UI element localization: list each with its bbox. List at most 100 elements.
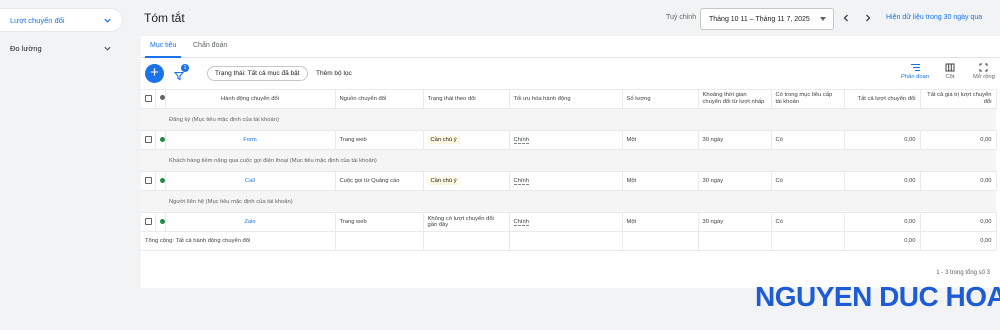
row-checkbox[interactable]	[145, 177, 152, 185]
source-cell: Cuộc gọi từ Quảng cáo	[335, 171, 424, 191]
header-count[interactable]: Số lượng	[622, 89, 699, 109]
header-click-through-window[interactable]: Khoảng thời gian chuyển đổi từ lượt nhấp	[698, 89, 772, 109]
group-row: Khách hàng tiềm năng qua cuộc gọi điện t…	[141, 149, 996, 172]
status-filter-chip[interactable]: Trạng thái: Tất cả mục đã bật	[207, 66, 308, 81]
select-all-cell[interactable]	[141, 89, 156, 109]
optimization-value[interactable]: Chính	[513, 178, 529, 185]
all-value-cell: 0,00	[920, 212, 997, 232]
status-header	[155, 89, 166, 109]
table-row[interactable]: Zalo Trang web Không có lượt chuyển đổi …	[141, 212, 997, 232]
columns-icon	[945, 63, 955, 72]
add-conversion-button[interactable]: +	[145, 64, 164, 83]
tab-goals[interactable]: Mục tiêu	[150, 42, 176, 49]
optimization-value[interactable]: Chính	[513, 137, 529, 144]
total-all-conversions: 0,00	[844, 231, 921, 251]
source-cell: Trang web	[335, 130, 424, 150]
group-label: Khách hàng tiềm năng qua cuộc gọi điện t…	[165, 149, 996, 172]
segment-label: Phân đoạn	[901, 74, 930, 80]
segment-button[interactable]: Phân đoạn	[901, 63, 929, 80]
all-conversions-cell: 0,00	[844, 212, 921, 232]
account-goal-cell: Có	[771, 171, 845, 191]
conversion-action-link[interactable]: Zalo	[244, 219, 255, 225]
caret-down-icon	[820, 17, 826, 21]
previous-period-button[interactable]	[840, 12, 852, 24]
total-all-value: 0,00	[920, 231, 997, 251]
nav-item-measurement[interactable]: Đo lường	[0, 37, 122, 59]
date-preset-label: Tuỳ chỉnh	[666, 14, 697, 21]
all-value-cell: 0,00	[920, 130, 997, 150]
add-filter-button[interactable]: Thêm bộ lọc	[316, 70, 352, 77]
active-tab-indicator	[145, 56, 181, 58]
group-label: Đăng ký (Mục tiêu mặc định của tài khoản…	[165, 108, 996, 131]
page-title: Tóm tắt	[144, 11, 185, 25]
pagination-text: 1 - 3 trong tổng số 3	[936, 270, 990, 276]
conversions-card: Mục tiêu Chẩn đoán + 1 Trạng thái: Tất c…	[141, 36, 1000, 288]
segment-icon	[910, 63, 920, 72]
header-source[interactable]: Nguồn chuyển đổi	[335, 89, 424, 109]
tab-diagnostics[interactable]: Chẩn đoán	[193, 42, 227, 49]
enabled-status-dot	[159, 177, 165, 183]
columns-button[interactable]: Cột	[945, 63, 955, 80]
row-checkbox[interactable]	[145, 136, 152, 144]
group-row: Người liên hệ (Mục tiêu mặc định của tài…	[141, 190, 996, 213]
tracking-status-text: Không có lượt chuyển đổi gần đây	[423, 212, 510, 232]
total-label: Tổng cộng: Tất cả hành động chuyển đổi	[141, 231, 336, 251]
all-conversions-cell: 0,00	[844, 171, 921, 191]
count-cell: Một	[622, 171, 699, 191]
chevron-down-icon	[102, 43, 112, 53]
table-row[interactable]: Call Cuộc gọi từ Quảng cáo Cần chú ý Chí…	[141, 171, 997, 191]
nav-item-label: Lượt chuyển đổi	[10, 15, 65, 25]
group-row: Đăng ký (Mục tiêu mặc định của tài khoản…	[141, 108, 996, 131]
nav-item-label: Đo lường	[10, 43, 42, 53]
header-action-optimization[interactable]: Tối ưu hóa hành động	[509, 89, 623, 109]
tab-bar: Mục tiêu Chẩn đoán	[141, 36, 1000, 58]
all-conversions-cell: 0,00	[844, 130, 921, 150]
expand-button[interactable]: Mở rộng	[973, 63, 995, 80]
table-toolbar: + 1 Trạng thái: Tất cả mục đã bật Thêm b…	[141, 59, 1000, 89]
columns-label: Cột	[945, 74, 955, 80]
group-label: Người liên hệ (Mục tiêu mặc định của tài…	[165, 190, 996, 213]
row-checkbox[interactable]	[145, 218, 152, 226]
left-nav: Lượt chuyển đổi Đo lường	[0, 0, 130, 330]
header-all-conversion-value[interactable]: Tất cả giá trị lượt chuyển đổi	[920, 89, 997, 109]
chevron-left-icon	[843, 14, 848, 22]
header-tracking-status[interactable]: Trạng thái theo dõi	[423, 89, 510, 109]
table-header-row: Hành động chuyển đổi Nguồn chuyển đổi Tr…	[141, 89, 997, 109]
header-account-goal[interactable]: Có trong mục tiêu cấp tài khoản	[771, 89, 845, 109]
total-row: Tổng cộng: Tất cả hành động chuyển đổi 0…	[141, 231, 997, 251]
nav-item-conversions[interactable]: Lượt chuyển đổi	[0, 9, 122, 31]
page-header: Tóm tắt Tuỳ chỉnh Tháng 10 11 – Tháng 11…	[141, 0, 1000, 36]
window-cell: 30 ngày	[698, 130, 772, 150]
chevron-right-icon	[866, 14, 871, 22]
count-cell: Một	[622, 212, 699, 232]
fullscreen-icon	[979, 63, 988, 72]
select-all-checkbox[interactable]	[145, 94, 152, 102]
conversion-action-link[interactable]: Form	[243, 137, 257, 143]
date-range-select[interactable]: Tháng 10 11 – Tháng 11 7, 2025	[700, 8, 834, 30]
conversions-table: Hành động chuyển đổi Nguồn chuyển đổi Tr…	[141, 89, 997, 251]
watermark-logo: NGUYEN DUC HOA	[755, 281, 1000, 312]
enabled-status-dot	[159, 218, 165, 224]
next-period-button[interactable]	[862, 12, 874, 24]
account-goal-cell: Có	[771, 212, 845, 232]
optimization-value[interactable]: Chính	[513, 219, 529, 226]
header-all-conversions[interactable]: Tất cả lượt chuyển đổi	[844, 89, 921, 109]
tracking-status-badge[interactable]: Cần chú ý	[427, 136, 460, 144]
filter-count-badge: 1	[181, 64, 189, 72]
all-value-cell: 0,00	[920, 171, 997, 191]
header-action[interactable]: Hành động chuyển đổi	[165, 89, 336, 109]
expand-label: Mở rộng	[973, 74, 995, 80]
status-dot-icon	[159, 95, 165, 101]
table-row[interactable]: Form Trang web Cần chú ý Chính Một 30 ng…	[141, 130, 997, 150]
window-cell: 30 ngày	[698, 212, 772, 232]
account-goal-cell: Có	[771, 130, 845, 150]
enabled-status-dot	[159, 136, 165, 142]
window-cell: 30 ngày	[698, 171, 772, 191]
source-cell: Trang web	[335, 212, 424, 232]
tracking-status-badge[interactable]: Cần chú ý	[427, 177, 460, 185]
date-range-value: Tháng 10 11 – Tháng 11 7, 2025	[709, 15, 810, 23]
chevron-down-icon	[102, 15, 112, 25]
count-cell: Một	[622, 130, 699, 150]
last-30-days-link[interactable]: Hiện dữ liệu trong 30 ngày qua	[886, 14, 982, 21]
conversion-action-link[interactable]: Call	[245, 178, 255, 184]
